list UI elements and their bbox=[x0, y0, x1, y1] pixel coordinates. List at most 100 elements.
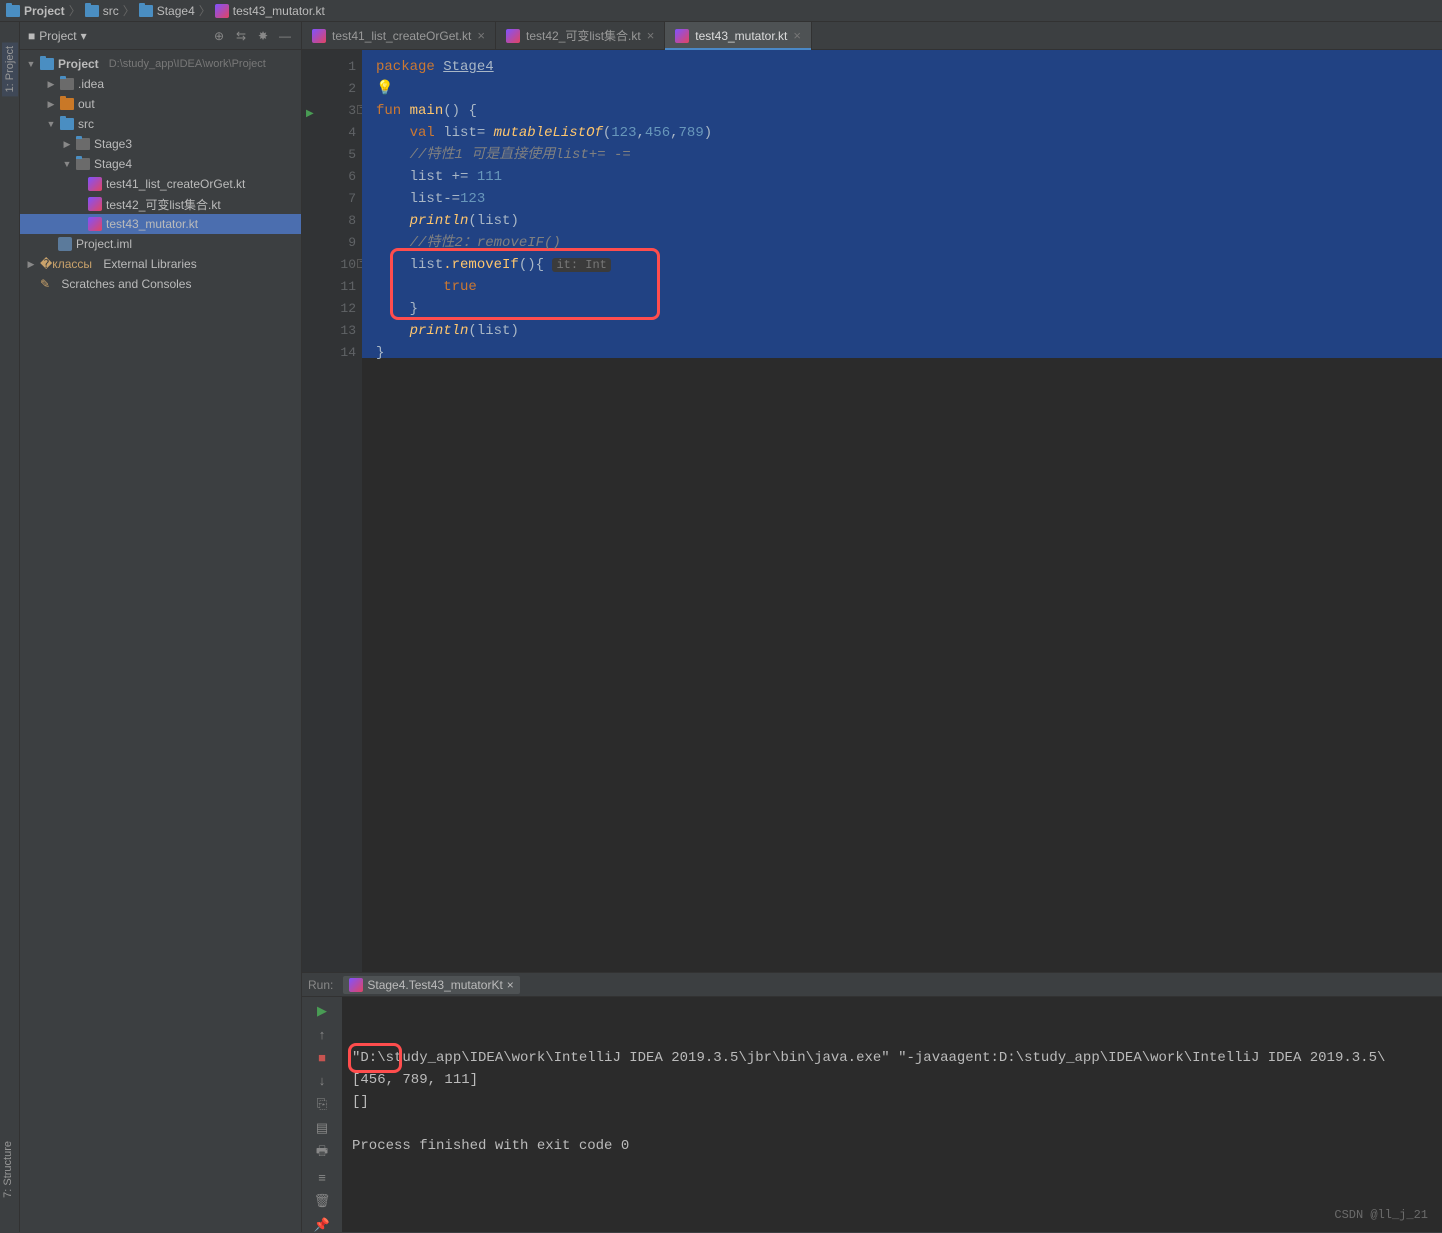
folder-icon bbox=[60, 118, 74, 130]
tree-out[interactable]: ▶out bbox=[20, 94, 301, 114]
kotlin-file-icon bbox=[88, 197, 102, 211]
crumb-label: Project bbox=[24, 4, 65, 18]
kotlin-file-icon bbox=[88, 217, 102, 231]
gear-icon[interactable]: ✸ bbox=[255, 28, 271, 44]
inlay-hint: it: Int bbox=[552, 258, 610, 272]
tree-iml[interactable]: Project.iml bbox=[20, 234, 301, 254]
lightbulb-icon[interactable]: 💡 bbox=[376, 81, 393, 97]
chevron-right-icon: 〉 bbox=[123, 2, 135, 19]
tree-label: Scratches and Consoles bbox=[61, 277, 191, 291]
tree-stage3[interactable]: ▶Stage3 bbox=[20, 134, 301, 154]
tab-label: test43_mutator.kt bbox=[695, 29, 787, 43]
close-icon[interactable]: × bbox=[647, 28, 655, 43]
collapse-icon[interactable]: ⇆ bbox=[233, 28, 249, 44]
kotlin-file-icon bbox=[312, 29, 326, 43]
folder-icon bbox=[85, 5, 99, 17]
tree-ext-lib[interactable]: ▶�классы External Libraries bbox=[20, 254, 301, 274]
trash-icon[interactable]: 🗑 bbox=[313, 1193, 331, 1209]
tree-label: .idea bbox=[78, 77, 104, 91]
tree-label: Stage3 bbox=[94, 137, 132, 151]
tree-scratches[interactable]: ✎ Scratches and Consoles bbox=[20, 274, 301, 294]
tree-label: Project bbox=[58, 57, 99, 71]
folder-icon bbox=[6, 5, 20, 17]
console-line: [456, 789, 111] bbox=[352, 1072, 478, 1088]
tree-label: Project.iml bbox=[76, 237, 132, 251]
run-tab-label: Stage4.Test43_mutatorKt bbox=[367, 978, 502, 992]
tree-file-1[interactable]: test41_list_createOrGet.kt bbox=[20, 174, 301, 194]
close-icon[interactable]: × bbox=[793, 28, 801, 43]
sidebar-header: ■ Project ▾ ⊕ ⇆ ✸ — bbox=[20, 22, 301, 50]
tree-label: External Libraries bbox=[103, 257, 196, 271]
console-line: [] bbox=[352, 1094, 369, 1110]
stop-icon[interactable]: ■ bbox=[313, 1050, 331, 1065]
run-config-tab[interactable]: Stage4.Test43_mutatorKt × bbox=[343, 976, 519, 994]
sidebar-title: Project bbox=[39, 29, 76, 43]
console-line: Process finished with exit code 0 bbox=[352, 1138, 629, 1154]
kotlin-file-icon bbox=[88, 177, 102, 191]
print-icon[interactable]: 🖶 bbox=[313, 1144, 331, 1162]
tree-label: out bbox=[78, 97, 95, 111]
crumb-src[interactable]: src bbox=[85, 4, 119, 18]
tree-file-2[interactable]: test42_可变list集合.kt bbox=[20, 194, 301, 214]
kotlin-file-icon bbox=[675, 29, 689, 43]
editor-gutter: 1 2 ▶3− 4 5 6 7 8 9 10− 11 12 13 14 bbox=[302, 50, 362, 972]
tab-label: test41_list_createOrGet.kt bbox=[332, 29, 471, 43]
console-line: "D:\study_app\IDEA\work\IntelliJ IDEA 20… bbox=[352, 1050, 1385, 1066]
filter-icon[interactable]: ≡ bbox=[313, 1170, 331, 1185]
folder-icon bbox=[76, 138, 90, 150]
folder-icon bbox=[40, 58, 54, 70]
left-tool-strip: 1: Project bbox=[0, 22, 20, 1232]
tab-1[interactable]: test41_list_createOrGet.kt × bbox=[302, 22, 496, 49]
tree-stage4[interactable]: ▼Stage4 bbox=[20, 154, 301, 174]
chevron-right-icon: 〉 bbox=[69, 2, 81, 19]
tree-src[interactable]: ▼src bbox=[20, 114, 301, 134]
tree-root[interactable]: ▼ProjectD:\study_app\IDEA\work\Project bbox=[20, 54, 301, 74]
folder-icon bbox=[60, 78, 74, 90]
tree-label: test43_mutator.kt bbox=[106, 217, 198, 231]
chevron-right-icon: 〉 bbox=[199, 2, 211, 19]
tab-2[interactable]: test42_可变list集合.kt× bbox=[496, 22, 665, 49]
breadcrumb: Project 〉 src 〉 Stage4 〉 test43_mutator.… bbox=[0, 0, 1442, 22]
kotlin-file-icon bbox=[349, 978, 363, 992]
tree-idea[interactable]: ▶.idea bbox=[20, 74, 301, 94]
sidebar-view-selector[interactable]: ■ Project ▾ bbox=[28, 29, 87, 43]
tree-path: D:\study_app\IDEA\work\Project bbox=[109, 58, 266, 70]
crumb-file[interactable]: test43_mutator.kt bbox=[215, 4, 325, 18]
run-panel: Run: Stage4.Test43_mutatorKt × ▶ ↑ ■ ↓ ⎘… bbox=[302, 972, 1442, 1232]
kotlin-file-icon bbox=[506, 29, 520, 43]
tree-file-3[interactable]: test43_mutator.kt bbox=[20, 214, 301, 234]
left-tool-strip-bottom: 7: Structure bbox=[0, 1137, 20, 1202]
up-icon[interactable]: ↑ bbox=[313, 1027, 331, 1042]
crumb-stage4[interactable]: Stage4 bbox=[139, 4, 195, 18]
folder-icon bbox=[60, 98, 74, 110]
folder-icon bbox=[76, 158, 90, 170]
tree-label: src bbox=[78, 117, 94, 131]
close-icon[interactable]: × bbox=[477, 28, 485, 43]
tree-label: test41_list_createOrGet.kt bbox=[106, 177, 245, 191]
code-content[interactable]: package Stage4 💡 fun main() { val list= … bbox=[362, 50, 1442, 972]
pin-icon[interactable]: 📌 bbox=[313, 1217, 331, 1233]
close-icon[interactable]: × bbox=[507, 978, 514, 992]
console-output[interactable]: "D:\study_app\IDEA\work\IntelliJ IDEA 20… bbox=[342, 997, 1442, 1232]
layout-icon[interactable]: ▤ bbox=[313, 1120, 331, 1136]
run-toolbar: ▶ ↑ ■ ↓ ⎘ ▤ 🖶 ≡ 🗑 📌 bbox=[302, 997, 342, 1232]
tool-tab-structure[interactable]: 7: Structure bbox=[0, 1137, 16, 1202]
folder-icon bbox=[139, 5, 153, 17]
tree-label: Stage4 bbox=[94, 157, 132, 171]
tool-tab-project[interactable]: 1: Project bbox=[2, 42, 18, 96]
code-editor[interactable]: 1 2 ▶3− 4 5 6 7 8 9 10− 11 12 13 14 p bbox=[302, 50, 1442, 972]
hide-icon[interactable]: — bbox=[277, 28, 293, 44]
project-sidebar: ■ Project ▾ ⊕ ⇆ ✸ — ▼ProjectD:\study_app… bbox=[20, 22, 302, 1232]
export-icon[interactable]: ⎘ bbox=[313, 1096, 331, 1112]
crumb-project[interactable]: Project bbox=[6, 4, 65, 18]
project-tree[interactable]: ▼ProjectD:\study_app\IDEA\work\Project ▶… bbox=[20, 50, 301, 1232]
crumb-label: test43_mutator.kt bbox=[233, 4, 325, 18]
tab-3[interactable]: test43_mutator.kt × bbox=[665, 22, 812, 49]
rerun-icon[interactable]: ▶ bbox=[313, 1003, 331, 1019]
crumb-label: Stage4 bbox=[157, 4, 195, 18]
crumb-label: src bbox=[103, 4, 119, 18]
locate-icon[interactable]: ⊕ bbox=[211, 28, 227, 44]
down-icon[interactable]: ↓ bbox=[313, 1073, 331, 1088]
iml-file-icon bbox=[58, 237, 72, 251]
tree-label: test42_可变list集合.kt bbox=[106, 196, 221, 213]
